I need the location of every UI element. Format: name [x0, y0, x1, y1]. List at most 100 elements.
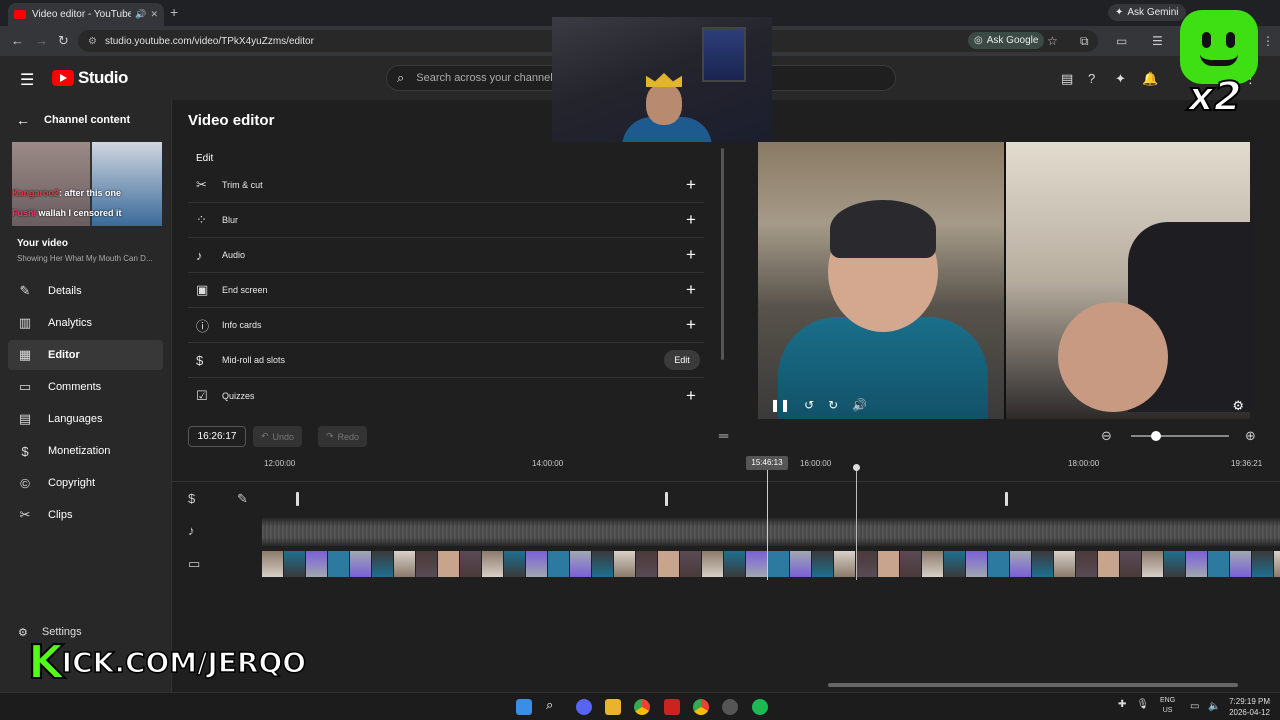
microphone-icon[interactable]: 🎙 [1136, 699, 1149, 710]
zoom-in-icon[interactable]: ⊕ [1245, 428, 1256, 444]
edit-row-blur[interactable]: ⁘ Blur + [188, 203, 704, 238]
video-frame-thumbnail [790, 551, 812, 577]
add-end-screen-button[interactable]: + [678, 280, 704, 300]
ask-gemini-button[interactable]: ✦ Ask Gemini [1108, 4, 1186, 21]
obs-icon[interactable] [722, 699, 738, 715]
rewind-icon[interactable]: ↺ [804, 398, 814, 412]
player-settings-gear-icon[interactable]: ⚙ [1232, 398, 1244, 414]
system-clock[interactable]: 7:29:19 PM 2026-04-12 [1222, 696, 1270, 718]
split-view-icon[interactable]: ▭ [1116, 34, 1127, 48]
video-frame-thumbnail [1098, 551, 1120, 577]
help-icon[interactable]: ? [1088, 71, 1095, 86]
bookmark-star-icon[interactable]: ☆ [1047, 34, 1058, 48]
edit-row-info-cards[interactable]: ⓘ Info cards + [188, 308, 704, 343]
back-arrow-icon[interactable]: ← [11, 33, 24, 48]
monitor-icon[interactable]: ▭ [1190, 701, 1199, 712]
zoom-out-icon[interactable]: ⊖ [1101, 428, 1112, 444]
sidebar-item-label: Copyright [48, 477, 96, 489]
audio-waveform-track[interactable] [262, 518, 1280, 546]
add-info-card-button[interactable]: + [678, 315, 704, 335]
youtube-studio-logo[interactable]: Studio [52, 68, 128, 88]
sidebar-item-analytics[interactable]: ▥ Analytics [8, 308, 163, 338]
channel-content-back-link[interactable]: ← Channel content [16, 112, 130, 128]
language-indicator[interactable]: ENG US [1160, 696, 1175, 716]
edit-ad-slots-button[interactable]: Edit [664, 350, 700, 370]
edit-panel-scrollbar[interactable] [721, 148, 724, 360]
hamburger-menu-icon[interactable]: ☰ [20, 70, 34, 90]
video-frame-thumbnail [460, 551, 482, 577]
add-audio-button[interactable]: + [678, 245, 704, 265]
forward-arrow-icon[interactable]: → [35, 33, 48, 48]
redo-label: Redo [337, 431, 360, 442]
browser-tab[interactable]: Video editor - YouTube Stu 🔊 ✕ [8, 3, 164, 26]
windows-start-icon[interactable] [516, 699, 532, 715]
copyright-icon: © [20, 475, 30, 491]
notifications-bell-icon[interactable]: 🔔 [1142, 71, 1158, 87]
add-trim-button[interactable]: + [678, 175, 704, 195]
zoom-slider[interactable] [1131, 431, 1229, 441]
browser-menu-icon[interactable]: ⋮ [1262, 34, 1274, 48]
edit-row-trim-cut[interactable]: ✂ Trim & cut + [188, 168, 704, 203]
timeline-horizontal-scrollbar[interactable] [828, 683, 1238, 687]
undo-button[interactable]: ↶ Undo [253, 426, 303, 447]
speaker-icon[interactable]: 🔊 [135, 9, 146, 20]
chrome-icon[interactable] [634, 699, 650, 715]
scissors-icon: ✂ [196, 177, 207, 192]
video-frame-thumbnail [1120, 551, 1142, 577]
discord-icon[interactable] [576, 699, 592, 715]
edit-row-mid-roll-ad-slots[interactable]: $ Mid-roll ad slots Edit [188, 343, 704, 378]
sidebar-item-monetization[interactable]: $ Monetization [8, 436, 163, 466]
video-frame-thumbnail [922, 551, 944, 577]
forward-icon[interactable]: ↻ [828, 398, 838, 412]
ad-slot-marker[interactable] [665, 492, 668, 506]
edit-row-quizzes[interactable]: ☑ Quizzes + [188, 378, 704, 413]
left-navigation: ← Channel content Kangaroo2: after this … [0, 100, 172, 692]
green-smiley-emote-icon [1180, 10, 1258, 84]
volume-icon[interactable]: 🔈 [1208, 701, 1220, 712]
edit-row-end-screen[interactable]: ▣ End screen + [188, 273, 704, 308]
sidebar-item-clips[interactable]: ✂ Clips [8, 500, 163, 530]
edit-row-audio[interactable]: ♪ Audio + [188, 238, 704, 273]
resize-handle-icon[interactable]: ═ [719, 428, 728, 443]
redo-button[interactable]: ↷ Redo [318, 426, 368, 447]
tray-app-icon[interactable]: ✚ [1118, 699, 1126, 710]
volume-icon[interactable]: 🔊 [852, 398, 867, 412]
chrome-icon[interactable] [693, 699, 709, 715]
sidebar-item-copyright[interactable]: © Copyright [8, 468, 163, 498]
ad-slot-marker[interactable] [296, 492, 299, 506]
zoom-slider-thumb[interactable] [1150, 431, 1161, 441]
extensions-icon[interactable]: ⧉ [1080, 34, 1089, 49]
pause-icon[interactable]: ❚❚ [770, 398, 790, 412]
sidebar-item-comments[interactable]: ▭ Comments [8, 372, 163, 402]
video-frame-thumbnail [350, 551, 372, 577]
search-icon[interactable]: ⌕ [546, 697, 562, 713]
new-tab-button[interactable]: + [170, 4, 178, 20]
ad-slot-marker[interactable] [1005, 492, 1008, 506]
site-settings-icon[interactable]: ⚙ [88, 36, 97, 47]
video-frames-track[interactable] [262, 551, 1280, 577]
feedback-icon[interactable]: ▤ [1061, 71, 1073, 87]
sidebar-item-details[interactable]: ✎ Details [8, 276, 163, 306]
reading-list-icon[interactable]: ☰ [1152, 34, 1163, 48]
edit-pencil-icon[interactable]: ✎ [237, 491, 248, 507]
video-track-icon: ▭ [188, 556, 201, 571]
sidebar-item-languages[interactable]: ▤ Languages [8, 404, 163, 434]
timeline-marker-handle[interactable] [853, 464, 860, 471]
app-icon[interactable] [664, 699, 680, 715]
playhead-line[interactable] [767, 470, 768, 580]
timeline-ruler[interactable]: 12:00:00 14:00:00 16:00:00 18:00:00 19:3… [172, 452, 1280, 482]
comments-icon: ▭ [18, 379, 32, 394]
smiley-eye [1226, 32, 1235, 48]
sidebar-item-editor[interactable]: ▦ Editor [8, 340, 163, 370]
reload-icon[interactable]: ↻ [58, 33, 69, 49]
spotify-icon[interactable] [752, 699, 768, 715]
sparkle-icon[interactable]: ✦ [1115, 71, 1126, 87]
add-quiz-button[interactable]: + [678, 386, 704, 406]
file-explorer-icon[interactable] [605, 699, 621, 715]
timecode-display[interactable]: 16:26:17 [188, 426, 246, 447]
video-preview[interactable]: ❚❚ ↺ ↻ 🔊 ⚙ [758, 142, 1250, 419]
add-blur-button[interactable]: + [678, 210, 704, 230]
tab-close-icon[interactable]: ✕ [150, 9, 158, 20]
video-thumbnail[interactable]: Kangaroo2: after this one Fushi wallah I… [12, 142, 162, 226]
ask-google-button[interactable]: ◎ Ask Google [968, 32, 1045, 49]
